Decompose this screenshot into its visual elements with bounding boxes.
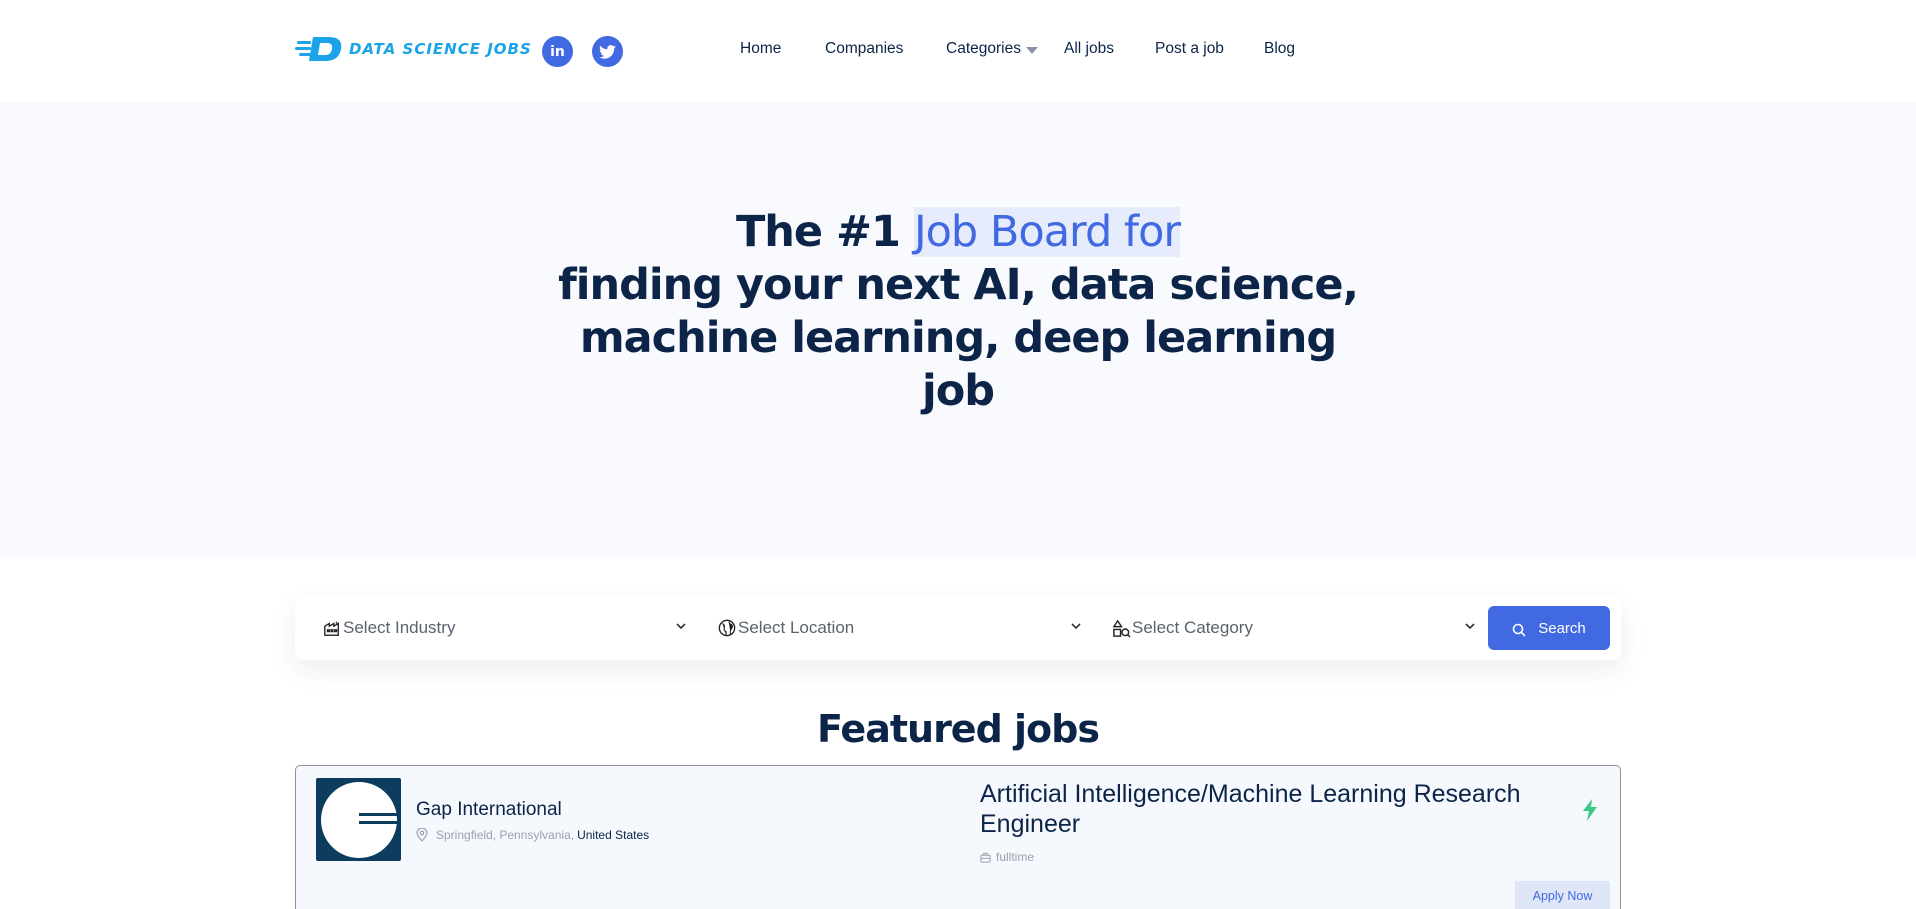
chevron-down-icon: [675, 619, 687, 635]
nav-categories[interactable]: Categories: [946, 40, 1038, 58]
factory-icon: [322, 618, 342, 638]
globe-icon: [717, 618, 737, 638]
location-select-value: Select Location: [738, 618, 855, 637]
job-location: Springfield, Pennsylvania, United States: [416, 828, 649, 842]
job-location-country: United States: [577, 828, 650, 842]
category-select-value: Select Category: [1132, 618, 1253, 637]
linkedin-icon[interactable]: in: [542, 36, 573, 67]
job-title[interactable]: Artificial Intelligence/Machine Learning…: [980, 779, 1560, 839]
apply-now-button[interactable]: Apply Now: [1515, 881, 1610, 909]
search-button[interactable]: Search: [1488, 606, 1610, 650]
site-logo[interactable]: DATA SCIENCE JOBS: [295, 34, 532, 64]
site-header: DATA SCIENCE JOBS in Home Companies Cate…: [0, 0, 1916, 102]
hero-title-prefix: The #1: [735, 207, 914, 257]
industry-select-value: Select Industry: [343, 618, 456, 637]
job-location-city: Springfield, Pennsylvania,: [436, 828, 575, 842]
logo-text: DATA SCIENCE JOBS: [349, 40, 532, 58]
category-select[interactable]: Select Category: [1111, 614, 1476, 642]
nav-all-jobs[interactable]: All jobs: [1064, 40, 1114, 58]
nav-post-job[interactable]: Post a job: [1155, 40, 1224, 58]
caret-down-icon: [1025, 46, 1038, 54]
job-card[interactable]: Gap International Springfield, Pennsylva…: [295, 765, 1621, 909]
twitter-icon[interactable]: [592, 36, 623, 67]
featured-jobs-heading: Featured jobs: [817, 707, 1100, 751]
nav-blog[interactable]: Blog: [1264, 40, 1295, 58]
job-search-bar: Select Industry Select Location Select C…: [295, 596, 1621, 660]
hero-section: The #1 Job Board for finding your next A…: [0, 102, 1916, 557]
industry-select[interactable]: Select Industry: [322, 614, 687, 642]
company-logo: [316, 778, 401, 861]
search-button-label: Search: [1538, 619, 1586, 637]
nav-home[interactable]: Home: [740, 40, 781, 58]
job-type: fulltime: [980, 850, 1034, 864]
location-select[interactable]: Select Location: [717, 614, 1082, 642]
briefcase-icon: [980, 852, 991, 863]
map-pin-icon: [416, 828, 428, 842]
hero-title-highlight: Job Board for: [913, 207, 1181, 257]
company-name[interactable]: Gap International: [416, 799, 562, 821]
hero-title: The #1 Job Board for finding your next A…: [558, 206, 1359, 418]
chevron-down-icon: [1070, 619, 1082, 635]
search-icon: [1512, 623, 1526, 637]
nav-categories-label: Categories: [946, 40, 1021, 57]
shapes-search-icon: [1111, 618, 1131, 638]
logo-d-icon: [295, 34, 347, 64]
chevron-down-icon: [1464, 619, 1476, 635]
nav-companies[interactable]: Companies: [825, 40, 903, 58]
hero-title-rest: finding your next AI, data science, mach…: [558, 260, 1359, 416]
job-type-label: fulltime: [996, 850, 1035, 864]
featured-bolt-icon: [1582, 799, 1598, 825]
